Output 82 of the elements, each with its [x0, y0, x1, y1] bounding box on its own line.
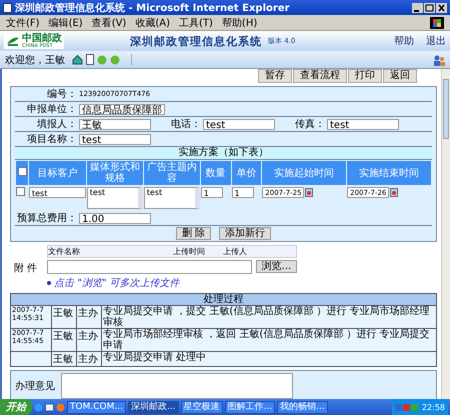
table-cell-text: 专业局提交申请 ，提交 王敏(信息局品质保障部 ）进行 专业局市场部经理审核 — [102, 306, 431, 328]
attachment-label: 附 件 — [14, 262, 38, 274]
text-area[interactable]: test — [144, 187, 200, 209]
input-field[interactable]: 1 — [232, 187, 254, 198]
input-field[interactable]: 1.00 — [79, 212, 151, 224]
upload-hint: 点击 "浏览" 可多次上传文件 — [54, 276, 180, 290]
column-header: 上传时间 — [173, 246, 206, 257]
header-link[interactable]: 退出 — [426, 34, 446, 48]
field-label: 填报人： — [36, 118, 77, 131]
close-icon[interactable] — [436, 2, 447, 12]
action-button[interactable]: 暂存 — [258, 69, 292, 83]
field-label: 申报单位： — [26, 102, 77, 116]
form-button[interactable]: 删 除 — [176, 227, 212, 240]
welcome-text: 欢迎您，王敏 — [5, 54, 65, 66]
menu-item[interactable]: 收藏(A) — [135, 16, 170, 30]
input-field[interactable]: test — [79, 134, 151, 144]
browse-button[interactable]: 浏览... — [256, 260, 298, 273]
tray-icons-drawing — [394, 402, 419, 412]
minimize-icon[interactable] — [412, 2, 423, 12]
input-field[interactable]: 1 — [200, 187, 223, 198]
action-button[interactable]: 查看流程 — [293, 69, 347, 83]
column-header: 实施起始时间 — [274, 168, 334, 178]
input-field[interactable]: test — [203, 118, 275, 130]
header-link[interactable]: 帮助 — [394, 34, 414, 48]
checkbox[interactable] — [16, 187, 25, 196]
field-label: 电话： — [170, 118, 201, 131]
field-label: 传真： — [294, 118, 325, 131]
section-title: 处理过程 — [11, 294, 436, 305]
bullet-icon — [47, 281, 52, 285]
taskbar-item[interactable]: 深圳邮政... — [128, 400, 179, 414]
checkbox[interactable] — [18, 167, 26, 176]
taskbar-item[interactable]: TOM.COM... — [67, 400, 126, 414]
menu-item[interactable]: 帮助(H) — [222, 16, 258, 30]
scrollbar[interactable] — [441, 69, 450, 399]
input-field[interactable]: 王敏 — [79, 118, 151, 130]
page-icon[interactable] — [86, 54, 94, 65]
windows-logo-icon — [430, 16, 444, 28]
table-cell: 主办 — [77, 352, 102, 366]
column-header: 单价 — [236, 168, 256, 178]
logo-text: 中国邮政 — [22, 34, 62, 44]
menu-item[interactable]: 工具(T) — [179, 16, 213, 30]
column-header: 目标客户 — [37, 168, 78, 178]
table-cell-text: 专业局市场部经理审核 ，返回 王敏(信息局品质保障部 ）进行 专业局提交申请 — [102, 329, 431, 351]
calendar-icon[interactable] — [305, 188, 314, 197]
input-field[interactable]: 信息局品质保障部 — [79, 104, 165, 114]
column-header: 广告主题内容 — [146, 162, 197, 184]
form-button[interactable]: 添加新行 — [219, 227, 272, 240]
window-title: 深圳邮政管理信息化系统 - Microsoft Internet Explorer — [15, 2, 290, 14]
menu-item[interactable]: 查看(V) — [92, 16, 126, 30]
field-label: 预算总费用： — [16, 212, 77, 225]
taskbar-item[interactable]: 星空极速 — [180, 400, 223, 414]
users-icon[interactable] — [433, 54, 445, 66]
text-area[interactable] — [61, 373, 293, 399]
action-button[interactable]: 返回 — [383, 69, 417, 83]
column-header: 媒体形式和规格 — [90, 162, 140, 184]
field-label: 办理意见 — [15, 380, 55, 393]
input-field[interactable]: test — [29, 187, 86, 198]
field-label: 编号： — [46, 88, 77, 101]
calendar-icon[interactable] — [390, 188, 398, 197]
post-logo-icon — [6, 35, 20, 47]
column-header: 数量 — [206, 168, 226, 178]
taskbar-item[interactable]: 我的畅销... — [277, 400, 328, 414]
column-header: 实施结束时间 — [359, 168, 420, 178]
clock: 22:58 — [422, 402, 445, 412]
field-label: 项目名称： — [26, 133, 77, 146]
input-field[interactable]: test — [327, 118, 399, 130]
menu-item[interactable]: 文件(F) — [6, 16, 40, 30]
action-button[interactable]: 打印 — [348, 69, 382, 83]
maximize-icon[interactable] — [424, 2, 435, 12]
start-button[interactable]: 开始 — [0, 399, 32, 415]
text-area[interactable]: test — [86, 187, 143, 209]
home-icon[interactable] — [72, 54, 83, 65]
page-icon — [3, 2, 12, 12]
file-input[interactable] — [47, 260, 252, 274]
menu-item[interactable]: 编辑(E) — [48, 16, 83, 30]
table-cell-text: 专业局提交申请 处理中 — [102, 352, 208, 365]
column-header: 上传人 — [223, 246, 248, 257]
section-title: 实施方案（如下表） — [15, 147, 432, 160]
table-cell: 王敏 — [52, 352, 77, 366]
system-title: 深圳邮政管理信息化系统 — [130, 34, 262, 48]
column-header: 文件名称 — [48, 246, 82, 257]
taskbar-item[interactable]: 图解工作... — [224, 400, 276, 414]
